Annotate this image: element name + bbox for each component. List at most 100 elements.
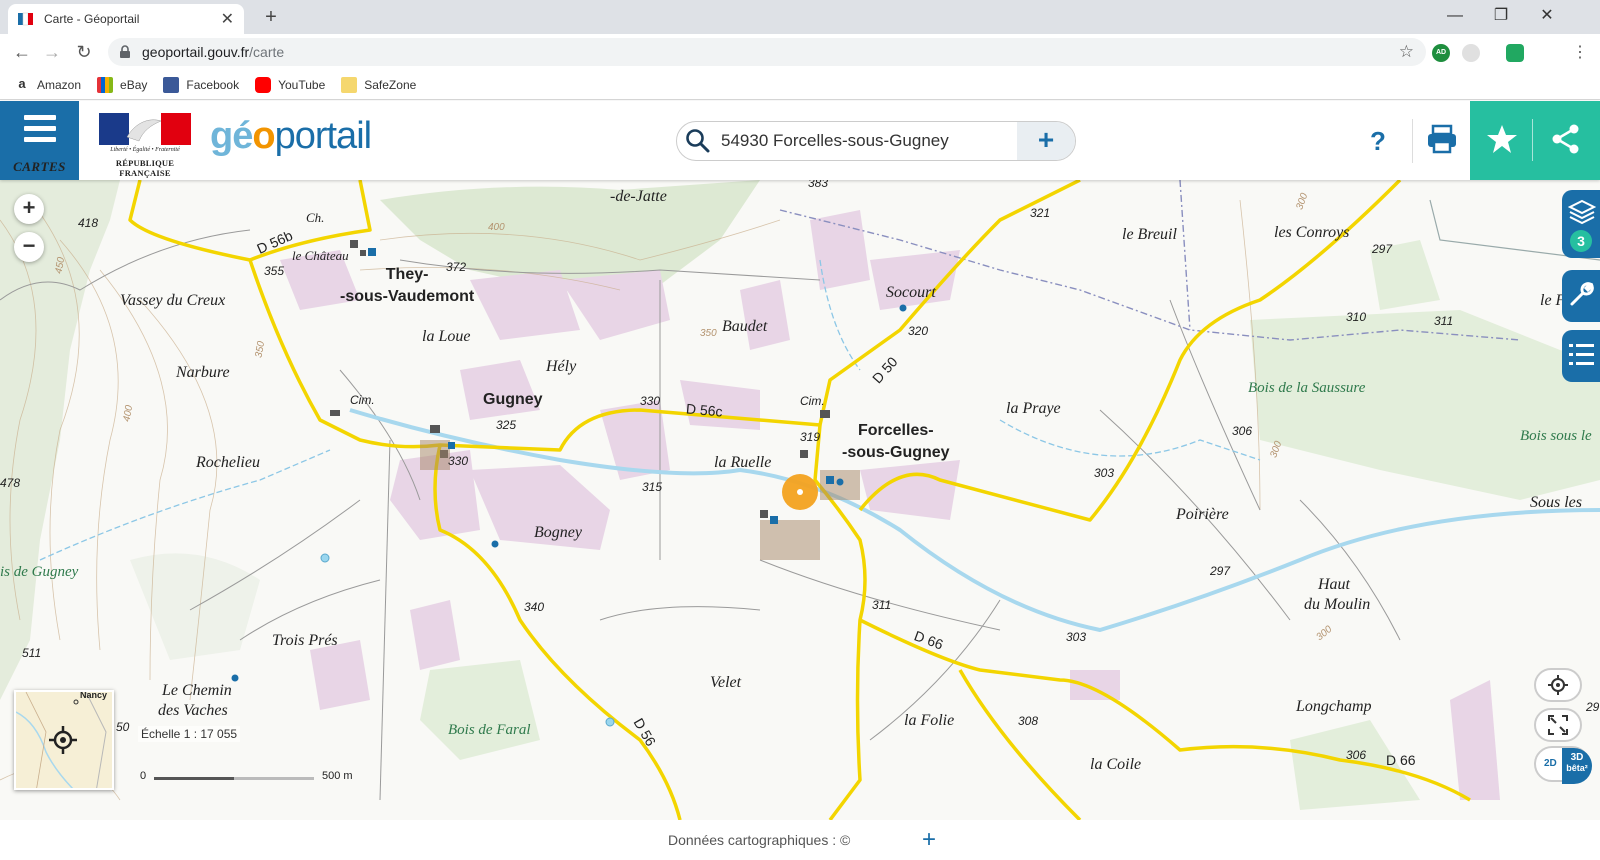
bookmark-ebay[interactable]: eBay — [97, 76, 147, 93]
map-locality: le Château — [292, 248, 349, 263]
altitude-label: 297 — [1210, 564, 1231, 578]
altitude-label: 303 — [1066, 630, 1087, 644]
marianne-flag-icon — [99, 113, 191, 145]
minimize-button[interactable]: — — [1432, 0, 1478, 34]
map-viewport[interactable]: -de-Jatte le Château They- -sous-Vaudemo… — [0, 180, 1600, 820]
map-locality: Longchamp — [1296, 698, 1372, 715]
credit-expand-button[interactable]: + — [922, 826, 936, 854]
favorite-star-icon[interactable] — [1486, 123, 1518, 155]
map-locality: Trois Prés — [272, 632, 338, 649]
overview-minimap[interactable]: Nancy — [14, 690, 114, 790]
geoportail-logo[interactable]: géoportail — [210, 115, 372, 158]
map-locality: Le Chemin — [162, 682, 232, 699]
map-locality: la Loue — [422, 328, 471, 345]
expand-icon — [1548, 715, 1568, 735]
map-locality: la Folie — [904, 712, 955, 729]
new-tab-button[interactable]: + — [258, 4, 284, 30]
reload-icon[interactable]: ↻ — [72, 40, 96, 64]
altitude-label: 306 — [1346, 748, 1367, 762]
fullscreen-button[interactable] — [1534, 708, 1582, 742]
address-bar[interactable]: geoportail.gouv.fr/carte ☆ — [108, 38, 1426, 66]
search-icon[interactable] — [685, 128, 711, 154]
scale-ratio: Échelle 1 : 17 055 — [138, 726, 241, 742]
help-button[interactable]: ? — [1360, 123, 1396, 159]
altitude-label: 306 — [1232, 424, 1253, 438]
map-town-gugney: Gugney — [483, 391, 543, 408]
tools-tab[interactable] — [1562, 270, 1600, 322]
browser-menu-icon[interactable]: ⋮ — [1572, 42, 1588, 62]
search-bar[interactable]: 54930 Forcelles-sous-Gugney + — [676, 121, 1076, 161]
geolocate-button[interactable] — [1534, 668, 1582, 702]
map-base-layer — [0, 180, 1600, 820]
header-divider — [1412, 119, 1413, 163]
zoom-in-button[interactable]: + — [14, 194, 44, 224]
altitude-label: 478 — [0, 476, 21, 490]
altitude-label: 308 — [1018, 714, 1039, 728]
map-locality: Socourt — [886, 284, 936, 301]
layer-count-badge: 3 — [1570, 230, 1592, 252]
map-locality: la Praye — [1006, 400, 1061, 417]
bookmark-facebook[interactable]: Facebook — [163, 76, 239, 93]
extension-shield-icon[interactable] — [1506, 44, 1524, 62]
map-locality: Narbure — [176, 364, 230, 381]
forest-area — [420, 660, 540, 760]
crosshair-icon — [1548, 675, 1568, 695]
search-input[interactable]: 54930 Forcelles-sous-Gugney — [721, 131, 1017, 151]
map-locality: Hély — [546, 358, 577, 375]
altitude-label: 340 — [524, 600, 545, 614]
bookmark-safezone[interactable]: SafeZone — [341, 76, 416, 93]
extension-ad-icon[interactable]: AD — [1432, 44, 1450, 62]
back-icon[interactable]: ← — [10, 40, 34, 64]
zoom-out-button[interactable]: − — [14, 232, 44, 262]
map-locality: Poirière — [1176, 506, 1229, 523]
map-locality: la Coile — [1090, 756, 1142, 773]
map-locality: la Ruelle — [714, 454, 772, 471]
altitude-label: 50 — [116, 720, 130, 734]
browser-tab[interactable]: Carte - Géoportail ✕ — [8, 4, 244, 34]
map-cemetery-label: Cim. — [350, 393, 375, 407]
close-window-button[interactable]: ✕ — [1524, 0, 1570, 34]
map-wood: Bois de la Saussure — [1248, 380, 1366, 396]
extension-cloud-icon[interactable] — [1462, 44, 1480, 62]
advanced-search-plus-button[interactable]: + — [1017, 122, 1075, 160]
contour-label: 400 — [488, 222, 505, 233]
layers-manager-tab[interactable]: 3 — [1562, 190, 1600, 258]
tab-close-icon[interactable]: ✕ — [221, 9, 234, 29]
print-icon[interactable] — [1424, 121, 1460, 157]
republique-francaise-logo: Liberté • Égalité • Fraternité RÉPUBLIQU… — [99, 113, 191, 178]
scale-bar: 0 500 m — [140, 770, 353, 782]
legend-tab[interactable] — [1562, 330, 1600, 382]
cartes-menu-button[interactable]: CARTES — [0, 101, 79, 180]
map-locality: Rochelieu — [196, 454, 260, 471]
youtube-icon — [255, 76, 272, 93]
bookmarks-bar: a Amazon eBay Facebook YouTube SafeZone — [0, 70, 1600, 100]
map-wood: is de Gugney — [0, 564, 79, 580]
altitude-label: 321 — [1030, 206, 1051, 220]
altitude-label: 511 — [22, 646, 42, 660]
altitude-label: 303 — [1094, 466, 1115, 480]
overview-label: Nancy — [80, 690, 108, 700]
map-wood: Bois de Faral — [448, 722, 531, 738]
facebook-icon — [163, 76, 180, 93]
list-icon — [1569, 344, 1594, 365]
layers-icon — [1568, 199, 1596, 225]
altitude-label: 372 — [446, 260, 467, 274]
altitude-label: 297 — [1372, 242, 1393, 256]
toggle-2d-3d-button[interactable]: 2D 3D bêta² — [1534, 746, 1592, 784]
map-town-forcelles: Forcelles- -sous-Gugney — [842, 422, 950, 461]
share-icon[interactable] — [1550, 123, 1582, 155]
map-wood: Bois sous le — [1520, 428, 1592, 444]
mode-2d-label: 2D — [1544, 758, 1557, 769]
map-locality: Bogney — [534, 524, 582, 541]
altitude-label: 355 — [264, 264, 285, 278]
bookmark-youtube[interactable]: YouTube — [255, 76, 325, 93]
bookmark-star-icon[interactable]: ☆ — [1399, 42, 1414, 62]
geoportail-favicon-icon — [18, 12, 33, 26]
maximize-button[interactable]: ❐ — [1478, 0, 1524, 34]
forward-icon[interactable]: → — [40, 40, 64, 64]
bookmark-amazon[interactable]: a Amazon — [14, 76, 81, 93]
lock-icon — [120, 45, 130, 58]
contour-label: 350 — [700, 328, 717, 339]
wrench-icon — [1570, 282, 1594, 306]
map-road-label: D 66 — [1386, 752, 1416, 768]
